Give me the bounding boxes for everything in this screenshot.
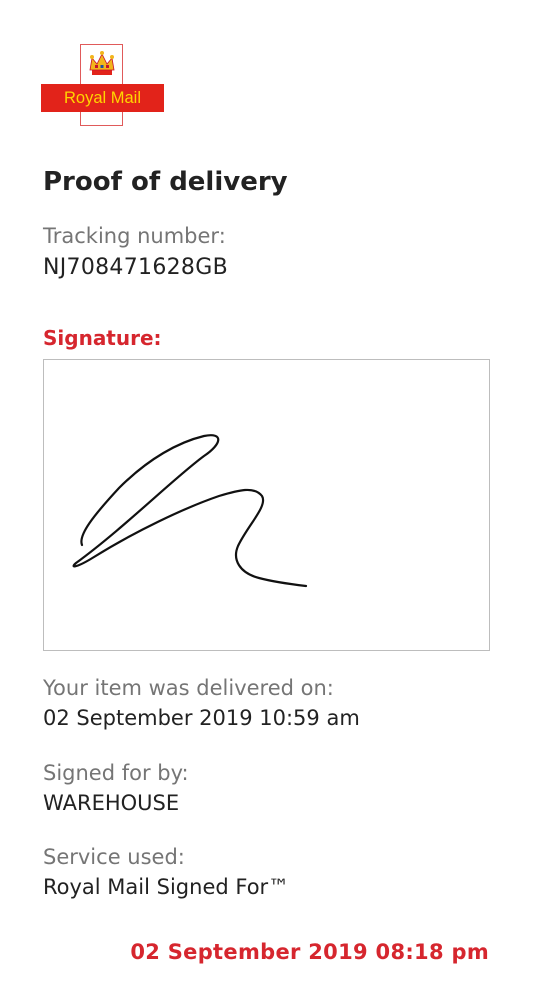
signature-box [43,359,490,651]
tracking-number-value: NJ708471628GB [43,255,228,280]
service-used-label: Service used: [43,845,185,869]
signature-label: Signature: [43,326,162,350]
logo-wordmark: Royal Mail [41,84,164,112]
service-used-value: Royal Mail Signed For™ [43,875,290,899]
handwritten-signature [72,434,308,588]
delivered-on-value: 02 September 2019 10:59 am [43,706,360,730]
signed-for-label: Signed for by: [43,761,189,785]
crown-icon [89,51,115,75]
screenshot-timestamp: 02 September 2019 08:18 pm [130,940,489,964]
signed-for-value: WAREHOUSE [43,791,180,815]
page-title: Proof of delivery [43,167,288,197]
tracking-number-label: Tracking number: [43,224,226,248]
delivered-on-label: Your item was delivered on: [43,676,334,700]
